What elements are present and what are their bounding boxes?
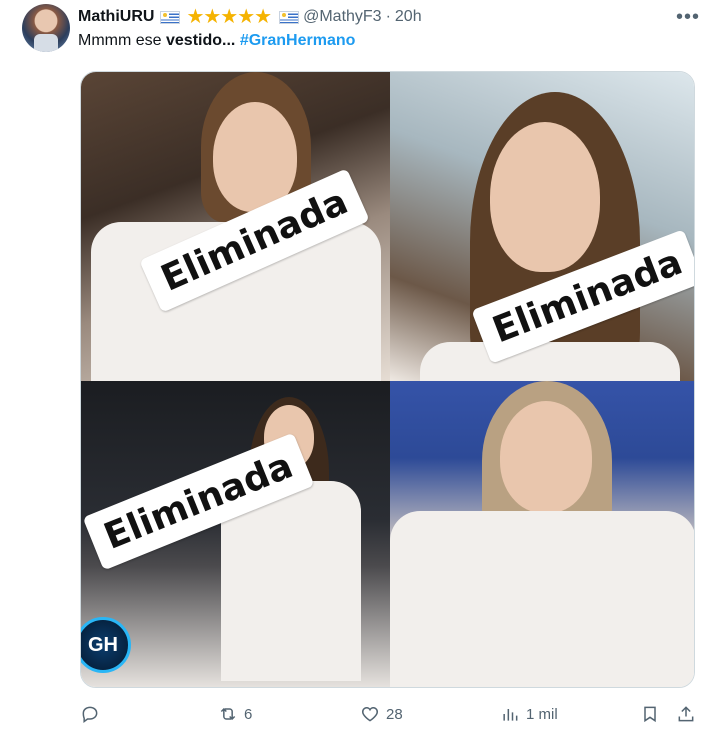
reply-icon bbox=[82, 706, 98, 723]
share-button[interactable] bbox=[676, 704, 696, 724]
gh-logo: GH bbox=[81, 617, 131, 673]
face-shape bbox=[490, 122, 600, 272]
uruguay-flag-icon-2 bbox=[279, 10, 300, 24]
retweet-icon bbox=[220, 707, 236, 721]
uruguay-flag-icon bbox=[160, 10, 181, 24]
media-image-4[interactable] bbox=[390, 381, 694, 687]
like-count: 28 bbox=[386, 705, 403, 723]
stars-emoji: ★★★★★ bbox=[186, 6, 272, 28]
author-avatar[interactable] bbox=[22, 4, 70, 52]
media-image-1[interactable]: Eliminada bbox=[81, 72, 390, 381]
views-count: 1 mil bbox=[526, 705, 558, 723]
media-image-3[interactable]: Eliminada GH bbox=[81, 381, 390, 687]
face-shape bbox=[500, 401, 592, 513]
heart-icon bbox=[361, 706, 379, 722]
more-options-icon[interactable]: ••• bbox=[676, 6, 700, 29]
share-icon bbox=[678, 706, 694, 722]
media-image-2[interactable]: Eliminada bbox=[390, 72, 694, 381]
bookmark-button[interactable] bbox=[640, 704, 660, 724]
reply-button[interactable] bbox=[80, 704, 106, 724]
author-name[interactable]: MathiURU bbox=[78, 8, 154, 26]
tweet-text: Mmmm ese vestido... #GranHermano bbox=[78, 32, 355, 50]
tweet-header: MathiURU ★★★★★ @MathyF3 · 20h bbox=[78, 6, 422, 28]
views-icon bbox=[503, 709, 518, 721]
shirt-shape bbox=[390, 511, 694, 687]
tweet-text-prefix: Mmmm ese bbox=[78, 32, 166, 49]
retweet-count: 6 bbox=[244, 705, 253, 723]
like-button[interactable]: 28 bbox=[360, 704, 403, 724]
bookmark-icon bbox=[644, 706, 656, 723]
media-grid[interactable]: Eliminada Eliminada Eliminada GH bbox=[80, 71, 695, 688]
tweet-time[interactable]: 20h bbox=[395, 8, 422, 26]
header-separator: · bbox=[385, 8, 391, 25]
hashtag-link[interactable]: #GranHermano bbox=[240, 32, 356, 49]
retweet-button[interactable]: 6 bbox=[218, 704, 252, 724]
tweet-text-bold: vestido... bbox=[166, 32, 236, 49]
tweet-actions-bar: 6 28 1 mil bbox=[80, 704, 695, 730]
views-button[interactable]: 1 mil bbox=[500, 704, 558, 724]
author-handle[interactable]: @MathyF3 bbox=[303, 8, 381, 26]
shirt-shape bbox=[420, 342, 680, 381]
